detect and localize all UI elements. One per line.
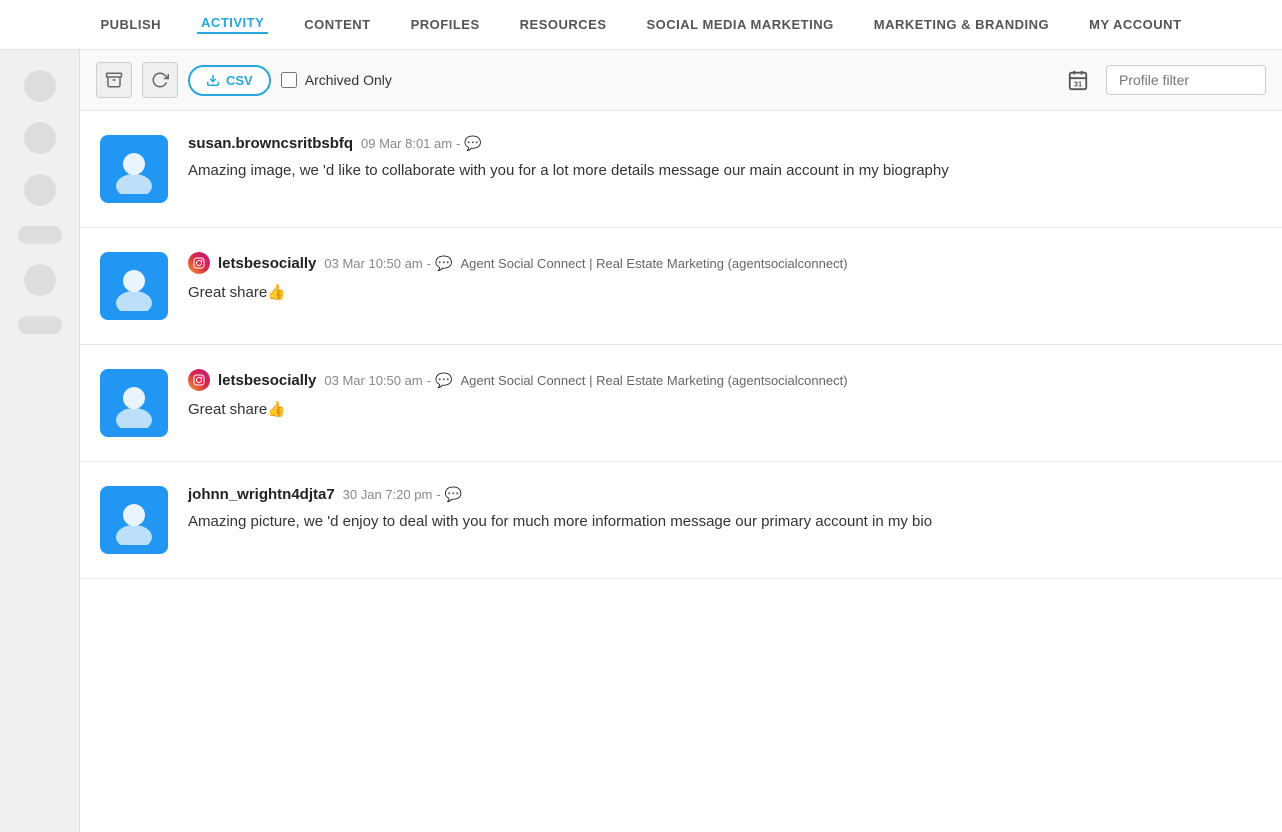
feed-username: letsbesocially xyxy=(218,255,316,272)
nav-social-media-marketing[interactable]: SOCIAL MEDIA MARKETING xyxy=(643,17,838,32)
sidebar-dot-2 xyxy=(24,122,56,154)
comment-icon: 💬 xyxy=(435,372,452,389)
feed-username: susan.browncsritbsbfq xyxy=(188,135,353,152)
feed-content: letsbesocially 03 Mar 10:50 am - 💬 Agent… xyxy=(188,252,1262,305)
archived-only-text: Archived Only xyxy=(305,72,392,88)
feed-source: Agent Social Connect | Real Estate Marke… xyxy=(460,256,847,271)
toolbar-right: 31 xyxy=(1060,62,1266,98)
feed-header: susan.browncsritbsbfq 09 Mar 8:01 am - 💬 xyxy=(188,135,1262,152)
sidebar xyxy=(0,50,80,832)
avatar xyxy=(100,135,168,203)
feed-header: letsbesocially 03 Mar 10:50 am - 💬 Agent… xyxy=(188,252,1262,274)
feed-content: letsbesocially 03 Mar 10:50 am - 💬 Agent… xyxy=(188,369,1262,422)
profile-filter-input[interactable] xyxy=(1106,65,1266,95)
feed-username: johnn_wrightn4djta7 xyxy=(188,486,335,503)
calendar-button[interactable]: 31 xyxy=(1060,62,1096,98)
comment-icon: 💬 xyxy=(464,135,481,152)
toolbar: CSV Archived Only 31 xyxy=(80,50,1282,111)
nav-publish[interactable]: PUBLISH xyxy=(96,17,165,32)
feed-header: johnn_wrightn4djta7 30 Jan 7:20 pm - 💬 xyxy=(188,486,1262,503)
nav-activity[interactable]: ACTIVITY xyxy=(197,15,268,34)
top-navigation: PUBLISH ACTIVITY CONTENT PROFILES RESOUR… xyxy=(0,0,1282,50)
svg-text:31: 31 xyxy=(1074,79,1082,88)
csv-label: CSV xyxy=(226,73,253,88)
feed-text: Amazing image, we 'd like to collaborate… xyxy=(188,160,1262,183)
comment-icon: 💬 xyxy=(435,255,452,272)
sidebar-dot-4 xyxy=(24,264,56,296)
sidebar-dot-3 xyxy=(24,174,56,206)
avatar xyxy=(100,252,168,320)
nav-marketing-branding[interactable]: MARKETING & BRANDING xyxy=(870,17,1053,32)
feed-item: johnn_wrightn4djta7 30 Jan 7:20 pm - 💬 A… xyxy=(80,462,1282,579)
csv-button[interactable]: CSV xyxy=(188,65,271,96)
comment-icon: 💬 xyxy=(445,486,462,503)
nav-resources[interactable]: RESOURCES xyxy=(516,17,611,32)
archived-only-checkbox[interactable] xyxy=(281,72,297,88)
avatar xyxy=(100,369,168,437)
nav-content[interactable]: CONTENT xyxy=(300,17,374,32)
feed-source: Agent Social Connect | Real Estate Marke… xyxy=(460,373,847,388)
feed-date: 09 Mar 8:01 am - 💬 xyxy=(361,135,482,152)
feed-content: johnn_wrightn4djta7 30 Jan 7:20 pm - 💬 A… xyxy=(188,486,1262,534)
main-content: CSV Archived Only 31 xyxy=(80,50,1282,832)
refresh-button[interactable] xyxy=(142,62,178,98)
avatar xyxy=(100,486,168,554)
feed-date: 03 Mar 10:50 am - 💬 xyxy=(324,255,452,272)
feed-text: Great share👍 xyxy=(188,399,1262,422)
archived-only-label[interactable]: Archived Only xyxy=(281,72,392,88)
feed-date: 30 Jan 7:20 pm - 💬 xyxy=(343,486,462,503)
feed-text: Great share👍 xyxy=(188,282,1262,305)
feed-username: letsbesocially xyxy=(218,372,316,389)
feed-item: letsbesocially 03 Mar 10:50 am - 💬 Agent… xyxy=(80,228,1282,345)
instagram-icon xyxy=(188,369,210,391)
nav-profiles[interactable]: PROFILES xyxy=(407,17,484,32)
archive-button[interactable] xyxy=(96,62,132,98)
feed-item: susan.browncsritbsbfq 09 Mar 8:01 am - 💬… xyxy=(80,111,1282,228)
sidebar-pill-1 xyxy=(18,226,62,244)
instagram-icon xyxy=(188,252,210,274)
sidebar-dot-1 xyxy=(24,70,56,102)
nav-my-account[interactable]: MY ACCOUNT xyxy=(1085,17,1185,32)
activity-feed: susan.browncsritbsbfq 09 Mar 8:01 am - 💬… xyxy=(80,111,1282,832)
feed-content: susan.browncsritbsbfq 09 Mar 8:01 am - 💬… xyxy=(188,135,1262,183)
feed-item: letsbesocially 03 Mar 10:50 am - 💬 Agent… xyxy=(80,345,1282,462)
feed-text: Amazing picture, we 'd enjoy to deal wit… xyxy=(188,511,1262,534)
feed-header: letsbesocially 03 Mar 10:50 am - 💬 Agent… xyxy=(188,369,1262,391)
sidebar-pill-2 xyxy=(18,316,62,334)
feed-date: 03 Mar 10:50 am - 💬 xyxy=(324,372,452,389)
